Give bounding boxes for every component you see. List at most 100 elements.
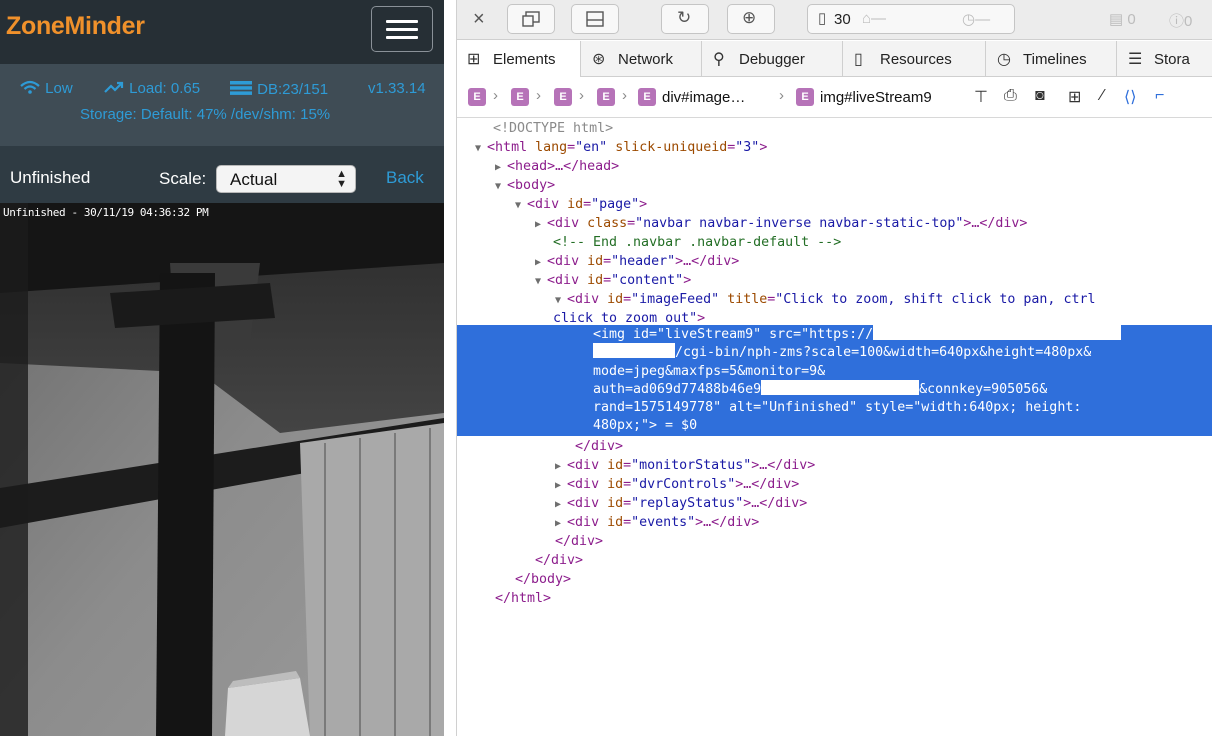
storage-status: Storage: Default: 47% /dev/shm: 15% xyxy=(80,106,331,123)
chevron-right-icon: › xyxy=(579,87,584,104)
disclosure-closed-icon[interactable]: ▶ xyxy=(535,219,547,230)
disclosure-closed-icon[interactable]: ▶ xyxy=(555,518,567,529)
warning-count[interactable]: ▤ 0 xyxy=(1109,10,1136,28)
load-status: Load: 0.65 xyxy=(103,80,200,97)
redacted-block xyxy=(873,325,1122,340)
breadcrumb-imagefeed-badge[interactable]: E xyxy=(638,88,656,106)
disclosure-closed-icon[interactable]: ▶ xyxy=(535,257,547,268)
transfer-icon: ⌂— xyxy=(862,10,887,27)
scale-label: Scale: xyxy=(159,169,207,188)
dom-img-line-6: 480px;"> = $0 xyxy=(593,418,698,433)
dom-img-livestream-selected[interactable]: <img id="liveStream9" src="https:// /cgi… xyxy=(457,325,1212,436)
dom-html[interactable]: ▼ <html lang="en" slick-uniqueid="3"> xyxy=(475,138,767,158)
dom-div-events[interactable]: ▶ <div id="events">…</div> xyxy=(555,513,759,533)
console-icon: ▤ xyxy=(1109,11,1124,28)
disclosure-open-icon[interactable]: ▼ xyxy=(535,276,547,287)
tab-storage[interactable]: ☰ Stora xyxy=(1118,41,1212,77)
paint-icon[interactable]: ⁄ xyxy=(1101,87,1104,105)
tab-resources[interactable]: ▯ Resources xyxy=(844,41,986,77)
disclosure-closed-icon[interactable]: ▶ xyxy=(495,162,507,173)
dom-img-line-4b: &connkey=905056& xyxy=(919,382,1048,397)
close-icon[interactable]: × xyxy=(473,8,485,31)
breadcrumb-imagefeed[interactable]: div#image… xyxy=(662,89,745,106)
dom-close-page[interactable]: </div> xyxy=(535,551,583,570)
breadcrumb-page[interactable]: E xyxy=(554,88,572,106)
scale-select[interactable]: Actual ▲ ▼ xyxy=(216,165,356,193)
dom-div-imagefeed[interactable]: ▼ <div id="imageFeed" title="Click to zo… xyxy=(555,290,1095,310)
timelines-icon: ◷ xyxy=(997,51,1011,68)
chevron-right-icon: › xyxy=(493,87,498,104)
reload-button[interactable]: ↻ xyxy=(661,4,709,34)
error-count[interactable]: ⓘ0 xyxy=(1169,10,1192,31)
dom-div-page[interactable]: ▼ <div id="page"> xyxy=(515,195,647,215)
tab-timelines[interactable]: ◷ Timelines xyxy=(987,41,1117,77)
redacted-block xyxy=(593,343,675,358)
dom-div-navbar[interactable]: ▶ <div class="navbar navbar-inverse navb… xyxy=(535,214,1027,234)
tab-elements[interactable]: ⊞ Elements xyxy=(457,41,581,77)
resource-status[interactable]: ▯ 30 ⌂— ◷— xyxy=(807,4,1015,34)
dom-div-content[interactable]: ▼ <div id="content"> xyxy=(535,271,691,291)
dom-close-imagefeed[interactable]: </div> xyxy=(575,437,623,456)
dom-img-line-5: rand=1575149778" alt="Unfinished" style=… xyxy=(593,400,1082,415)
live-stream-image[interactable]: Unfinished - 30/11/19 04:36:32 PM xyxy=(0,203,444,736)
breadcrumb-html[interactable]: E xyxy=(468,88,486,106)
dom-body[interactable]: ▼ <body> xyxy=(495,176,555,196)
dom-div-replaystatus[interactable]: ▶ <div id="replayStatus">…</div> xyxy=(555,494,807,514)
breadcrumb-livestream-badge[interactable]: E xyxy=(796,88,814,106)
storage-icon: ☰ xyxy=(1128,51,1143,68)
chevron-right-icon: › xyxy=(622,87,627,104)
tab-network[interactable]: ⊛ Network xyxy=(582,41,702,77)
dom-tree: <!DOCTYPE html> ▼ <html lang="en" slick-… xyxy=(457,119,1212,736)
dom-div-header[interactable]: ▶ <div id="header">…</div> xyxy=(535,252,739,272)
print-icon[interactable]: ⎙ xyxy=(1004,87,1017,105)
bandwidth-status[interactable]: Low xyxy=(19,80,73,97)
dom-head[interactable]: ▶ <head>…</head> xyxy=(495,157,619,177)
download-button[interactable]: ⊕ xyxy=(727,4,775,34)
dom-comment[interactable]: <!-- End .navbar .navbar-default --> xyxy=(553,233,841,252)
dom-close-html[interactable]: </html> xyxy=(495,589,551,608)
monitor-header: Unfinished Scale: Actual ▲ ▼ Back xyxy=(0,155,444,201)
disclosure-open-icon[interactable]: ▼ xyxy=(515,200,527,211)
dom-div-dvrcontrols[interactable]: ▶ <div id="dvrControls">…</div> xyxy=(555,475,799,495)
select-element-icon[interactable]: ⌐ xyxy=(1155,87,1164,105)
tab-debugger[interactable]: ⚲ Debugger xyxy=(703,41,843,77)
inspector-tabs: ⊞ Elements ⊛ Network ⚲ Debugger ▯ Resour… xyxy=(457,41,1212,77)
disclosure-open-icon[interactable]: ▼ xyxy=(475,143,487,154)
dom-img-line-2: /cgi-bin/nph-zms?scale=100&width=640px&h… xyxy=(675,345,1092,360)
app-brand[interactable]: ZoneMinder xyxy=(6,12,145,41)
disclosure-closed-icon[interactable]: ▶ xyxy=(555,480,567,491)
time-icon: ◷— xyxy=(962,11,991,28)
dark-mode-icon[interactable]: ◙ xyxy=(1035,87,1045,105)
database-icon xyxy=(230,81,252,95)
chevron-right-icon: › xyxy=(536,87,541,104)
layout-icon[interactable]: ⊤ xyxy=(974,87,988,107)
dom-div-monitorstatus[interactable]: ▶ <div id="monitorStatus">…</div> xyxy=(555,456,815,476)
disclosure-closed-icon[interactable]: ▶ xyxy=(555,461,567,472)
dock-side-icon xyxy=(522,11,540,27)
dom-close-content[interactable]: </div> xyxy=(555,532,603,551)
dom-img-line-1: <img id="liveStream9" src="https:// xyxy=(593,327,874,342)
breadcrumb-livestream[interactable]: img#liveStream9 xyxy=(820,89,932,106)
disclosure-open-icon[interactable]: ▼ xyxy=(555,295,567,306)
breadcrumb-content[interactable]: E xyxy=(597,88,615,106)
back-link[interactable]: Back xyxy=(386,168,424,188)
disclosure-closed-icon[interactable]: ▶ xyxy=(555,499,567,510)
version-label: v1.33.14 xyxy=(368,80,426,97)
web-inspector: × ↻ ⊕ ▯ 30 ⌂— ◷— ▤ 0 ⓘ0 ⊞ Elements ⊛ Net… xyxy=(456,0,1212,736)
dock-button[interactable] xyxy=(507,4,555,34)
shadow-dom-icon[interactable]: ⟨⟩ xyxy=(1124,87,1136,107)
chevron-right-icon: › xyxy=(779,87,784,104)
breadcrumb-body[interactable]: E xyxy=(511,88,529,106)
disclosure-open-icon[interactable]: ▼ xyxy=(495,181,507,192)
load-label: Load: 0.65 xyxy=(129,80,201,97)
zoneminder-app: ZoneMinder Low Load: 0.65 DB:23/151 v1.3… xyxy=(0,0,444,736)
menu-toggle-button[interactable] xyxy=(371,6,433,52)
system-status-bar: Low Load: 0.65 DB:23/151 v1.33.14 Storag… xyxy=(0,64,444,146)
grid-icon[interactable]: ⊞ xyxy=(1068,87,1081,107)
dom-close-body[interactable]: </body> xyxy=(515,570,571,589)
hamburger-icon xyxy=(386,20,418,23)
trend-icon xyxy=(104,81,124,93)
dom-doctype[interactable]: <!DOCTYPE html> xyxy=(493,119,613,138)
debugger-icon: ⚲ xyxy=(713,51,725,68)
dock-bottom-button[interactable] xyxy=(571,4,619,34)
